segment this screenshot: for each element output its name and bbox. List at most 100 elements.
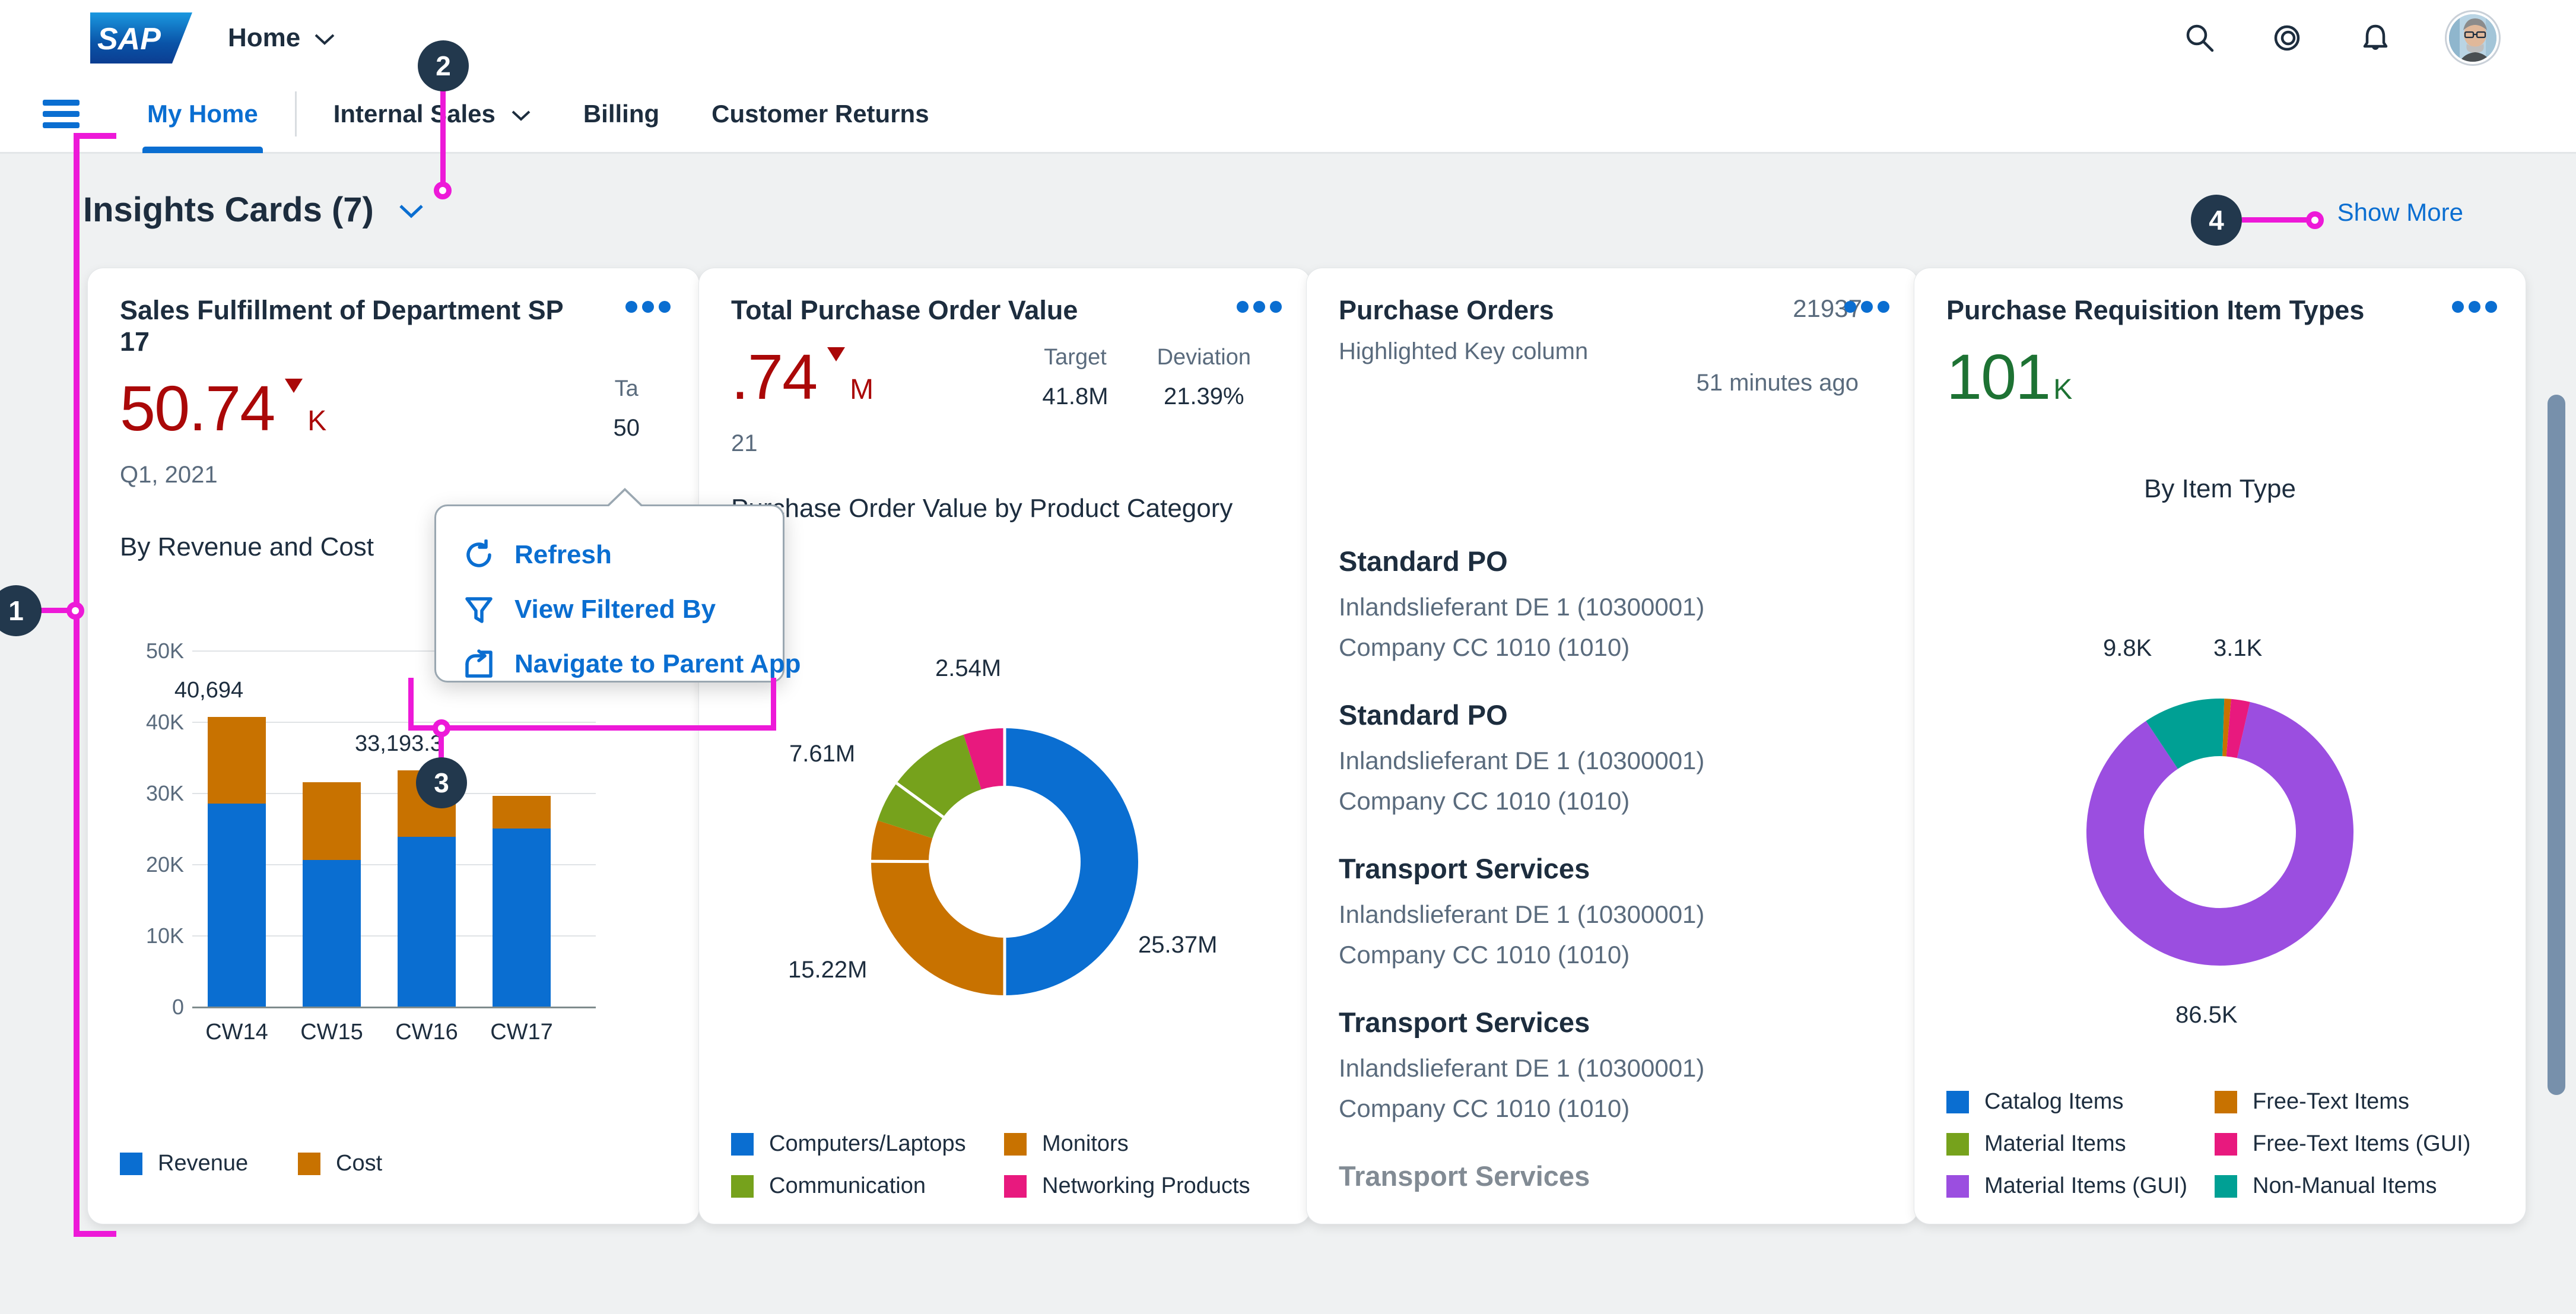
chevron-down-icon[interactable] — [398, 196, 425, 224]
menu-item-label: Refresh — [514, 540, 612, 569]
legend-label: Communication — [769, 1173, 926, 1198]
card-overflow-menu-button[interactable] — [625, 297, 671, 317]
avatar[interactable] — [2447, 11, 2499, 64]
legend-item[interactable]: Computers/Laptops — [731, 1131, 1004, 1157]
page-root: SAP Home My Home Internal Sales Billing … — [0, 0, 2576, 1314]
list-item[interactable]: Transport Services — [1339, 1160, 1897, 1192]
chart-legend: Revenue Cost — [120, 1151, 666, 1193]
kpi-target-value: 50 — [613, 415, 640, 442]
legend-label: Material Items (GUI) — [1984, 1173, 2188, 1198]
legend-swatch — [120, 1152, 142, 1175]
bell-icon[interactable] — [2359, 21, 2392, 55]
po-type: Standard PO — [1339, 699, 1508, 731]
tab-customer-returns[interactable]: Customer Returns — [685, 75, 955, 153]
legend-item[interactable]: Free-Text Items (GUI) — [2215, 1131, 2483, 1157]
chart-legend: Computers/Laptops Monitors Communication… — [731, 1131, 1277, 1199]
kpi-target: Target 41.8M — [1042, 345, 1108, 410]
legend-item[interactable]: Material Items (GUI) — [1946, 1173, 2215, 1199]
tab-internal-sales[interactable]: Internal Sales — [307, 75, 557, 153]
legend-item[interactable]: Networking Products — [1004, 1173, 1277, 1199]
donut-label-computers: 25.37M — [1138, 932, 1218, 958]
menu-item-navigate-to-parent-app[interactable]: Navigate to Parent App — [436, 637, 801, 691]
nav-tabs: My Home Internal Sales Billing Customer … — [121, 75, 955, 153]
kpi-target: Ta 50 — [614, 376, 640, 442]
card-overflow-menu-button[interactable] — [1844, 297, 1889, 317]
legend-item[interactable]: Catalog Items — [1946, 1089, 2215, 1115]
donut-label-networking: 2.54M — [935, 655, 1002, 681]
page-scrollbar[interactable] — [2548, 395, 2565, 1095]
card-subtitle: Highlighted Key column — [1339, 338, 1589, 365]
kpi-value: .74 — [731, 341, 818, 413]
legend-item[interactable]: Cost — [298, 1151, 476, 1176]
card-title: Purchase Orders — [1339, 295, 1554, 325]
home-dropdown[interactable]: Home — [228, 23, 336, 53]
menu-item-view-filtered-by[interactable]: View Filtered By — [436, 582, 783, 637]
search-icon[interactable] — [2183, 21, 2216, 55]
annotation-4-anchor-dot — [2306, 211, 2324, 229]
chart-legend: Catalog Items Free-Text Items Material I… — [1946, 1089, 2492, 1199]
tab-label: Billing — [583, 99, 660, 128]
card-sales-fulfillment[interactable]: Sales Fulfillment of Department SP 17 50… — [88, 268, 699, 1224]
list-item[interactable]: Standard PO Inlandslieferant DE 1 (10300… — [1339, 545, 1897, 662]
kpi-unit: K — [2053, 374, 2073, 406]
list-item[interactable]: Transport Services Inlandslieferant DE 1… — [1339, 1006, 1897, 1123]
legend-swatch — [1946, 1132, 1969, 1156]
card-actions-popover[interactable]: Refresh View Filtered By Navigate to Par… — [434, 488, 801, 683]
kpi-period: 21 — [731, 430, 758, 457]
legend-item[interactable]: Free-Text Items — [2215, 1089, 2483, 1115]
legend-swatch — [2215, 1090, 2237, 1113]
legend-item[interactable]: Non-Manual Items — [2215, 1173, 2483, 1199]
menu-item-label: Navigate to Parent App — [514, 649, 801, 678]
legend-swatch — [1004, 1132, 1027, 1156]
po-supplier: Inlandslieferant DE 1 (10300001) — [1339, 593, 1705, 621]
kpi-side-metrics: Ta 50 — [614, 376, 668, 442]
donut-chart[interactable]: 2.54M 7.61M 15.22M 25.37M — [699, 624, 1310, 1075]
bar-cw14[interactable] — [208, 717, 266, 1007]
bar-cw15[interactable] — [303, 782, 361, 1007]
list-item[interactable]: Standard PO Inlandslieferant DE 1 (10300… — [1339, 699, 1897, 815]
legend-item[interactable]: Material Items — [1946, 1131, 2215, 1157]
shell-bar: SAP Home — [0, 0, 2576, 75]
legend-label: Revenue — [158, 1151, 249, 1176]
legend-swatch — [2215, 1132, 2237, 1156]
tab-billing[interactable]: Billing — [557, 75, 685, 153]
y-tick-30k: 30K — [145, 781, 184, 805]
x-tick-cw16: CW16 — [395, 1020, 458, 1045]
card-purchase-requisition-item-types[interactable]: Purchase Requisition Item Types 101 K By … — [1914, 268, 2526, 1224]
show-more-link[interactable]: Show More — [2337, 198, 2463, 227]
legend-swatch — [1946, 1090, 1969, 1113]
target-icon[interactable] — [2271, 21, 2304, 55]
kpi-deviation-label: Deviation — [1157, 345, 1251, 370]
bar-cw17[interactable] — [493, 796, 551, 1007]
list-item[interactable]: Transport Services Inlandslieferant DE 1… — [1339, 852, 1897, 969]
legend-item[interactable]: Monitors — [1004, 1131, 1277, 1157]
bar-cw16[interactable] — [398, 770, 456, 1007]
card-overflow-menu-button[interactable] — [2452, 297, 2497, 317]
bar-label-cw14: 40,694 — [174, 678, 244, 703]
legend-swatch — [731, 1175, 754, 1198]
bar-label-cw16: 33,193.3 — [355, 731, 443, 756]
po-type: Standard PO — [1339, 545, 1508, 577]
po-supplier: Inlandslieferant DE 1 (10300001) — [1339, 1054, 1705, 1082]
nav-divider — [294, 91, 297, 137]
tab-my-home[interactable]: My Home — [121, 75, 284, 153]
annotation-2-anchor-dot — [434, 182, 452, 199]
trend-down-icon — [284, 376, 304, 397]
sap-logo[interactable]: SAP — [90, 12, 192, 64]
shell-actions — [2183, 11, 2499, 64]
card-total-purchase-order-value[interactable]: Total Purchase Order Value .74 M Target 4… — [699, 268, 1310, 1224]
card-overflow-menu-button[interactable] — [1237, 297, 1282, 317]
donut-chart[interactable]: 9.8K 3.1K 86.5K — [1914, 624, 2526, 1052]
card-title: Sales Fulfillment of Department SP 17 — [120, 295, 563, 357]
hamburger-menu-icon[interactable] — [43, 99, 80, 128]
legend-swatch — [1946, 1175, 1969, 1198]
card-chart-subtitle: Purchase Order Value by Product Category — [731, 494, 1233, 523]
tab-label: My Home — [147, 99, 258, 128]
legend-item[interactable]: Revenue — [120, 1151, 298, 1176]
card-purchase-orders[interactable]: Purchase Orders 21937 Highlighted Key co… — [1307, 268, 1918, 1224]
legend-label: Networking Products — [1042, 1173, 1250, 1198]
svg-text:SAP: SAP — [97, 22, 161, 56]
legend-item[interactable]: Communication — [731, 1173, 1004, 1199]
menu-item-refresh[interactable]: Refresh — [436, 528, 783, 582]
purchase-orders-list: Standard PO Inlandslieferant DE 1 (10300… — [1339, 545, 1897, 1224]
